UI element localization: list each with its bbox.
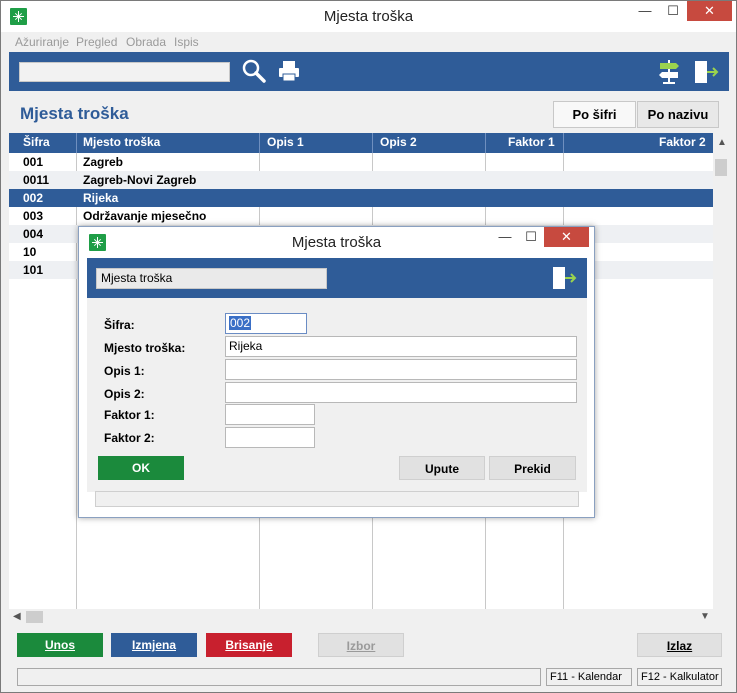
table-row[interactable]: 001 Zagreb <box>9 153 713 171</box>
search-input[interactable] <box>19 62 230 82</box>
column-header-opis2[interactable]: Opis 2 <box>380 135 417 149</box>
column-header-naziv[interactable]: Mjesto troška <box>83 135 160 149</box>
vertical-scroll-thumb[interactable] <box>715 159 727 176</box>
dialog-close-button[interactable]: ✕ <box>544 227 589 247</box>
faktor2-field[interactable] <box>225 427 315 448</box>
table-row[interactable]: 0011 Zagreb-Novi Zagreb <box>9 171 713 189</box>
column-header-faktor2[interactable]: Faktor 2 <box>659 135 706 149</box>
sort-by-code-button[interactable]: Po šifri <box>553 101 636 128</box>
unos-button[interactable]: Unos <box>17 633 103 657</box>
sifra-field[interactable]: 002 <box>225 313 307 334</box>
column-header-opis1[interactable]: Opis 1 <box>267 135 304 149</box>
status-bar: F11 - Kalendar F12 - Kalkulator <box>17 668 722 686</box>
minimize-button[interactable]: — <box>633 1 657 21</box>
cell-sifra: 001 <box>23 155 44 169</box>
dialog-minimize-button[interactable]: — <box>493 227 517 247</box>
window-title: Mjesta troška <box>323 8 414 25</box>
cell-sifra: 101 <box>23 263 44 277</box>
horizontal-scroll-thumb[interactable] <box>26 611 43 623</box>
header-divider <box>259 133 260 153</box>
status-message <box>17 668 541 686</box>
title-bar: Mjesta troška — ☐ ✕ <box>1 1 736 32</box>
sort-by-name-button[interactable]: Po nazivu <box>637 101 719 128</box>
mjesto-field[interactable]: Rijeka <box>225 336 577 357</box>
sifra-label: Šifra: <box>104 318 135 332</box>
sort-by-code-label: Po šifri <box>572 107 617 122</box>
upute-button[interactable]: Upute <box>399 456 485 480</box>
cell-naziv: Zagreb <box>83 155 124 169</box>
opis2-label: Opis 2: <box>104 387 145 401</box>
header-panel: Mjesta troška Po šifri Po nazivu <box>9 91 729 133</box>
izbor-button[interactable]: Izbor <box>318 633 404 657</box>
cell-sifra: 004 <box>23 227 44 241</box>
faktor1-label: Faktor 1: <box>104 408 155 422</box>
exit-icon[interactable] <box>693 60 721 84</box>
cell-sifra: 10 <box>23 245 37 259</box>
menu-pregled[interactable]: Pregled <box>76 35 117 49</box>
toolbar <box>9 52 729 91</box>
close-button[interactable]: ✕ <box>687 1 732 21</box>
header-divider <box>563 133 564 153</box>
menu-azuriranje[interactable]: Ažuriranje <box>15 35 69 49</box>
header-divider <box>76 133 77 153</box>
ok-button[interactable]: OK <box>98 456 184 480</box>
sort-by-name-label: Po nazivu <box>647 107 709 122</box>
menu-obrada[interactable]: Obrada <box>126 35 166 49</box>
izlaz-label: Izlaz <box>666 639 693 653</box>
faktor2-label: Faktor 2: <box>104 431 155 445</box>
mjesto-label: Mjesto troška: <box>104 341 186 355</box>
search-icon[interactable] <box>241 58 267 84</box>
header-divider <box>372 133 373 153</box>
opis1-label: Opis 1: <box>104 364 145 378</box>
izmjena-button[interactable]: Izmjena <box>111 633 197 657</box>
page-title: Mjesta troška <box>20 104 129 123</box>
grid-header: Šifra Mjesto troška Opis 1 Opis 2 Faktor… <box>9 133 713 153</box>
printer-icon[interactable] <box>277 60 301 82</box>
horizontal-scrollbar[interactable]: ◀ ▼ <box>9 609 729 625</box>
menu-ispis[interactable]: Ispis <box>174 35 199 49</box>
table-row-selected[interactable]: 002 Rijeka <box>9 189 713 207</box>
izmjena-label: Izmjena <box>131 638 176 652</box>
cell-sifra: 002 <box>23 191 44 205</box>
header-divider <box>485 133 486 153</box>
dialog-exit-icon[interactable] <box>551 266 579 290</box>
cell-naziv: Zagreb-Novi Zagreb <box>83 173 197 187</box>
dialog-status-bar <box>95 491 579 507</box>
unos-label: Unos <box>45 638 75 652</box>
dialog-banner: Mjesta troška <box>87 258 587 298</box>
faktor1-field[interactable] <box>225 404 315 425</box>
maximize-button[interactable]: ☐ <box>661 1 685 21</box>
column-header-faktor1[interactable]: Faktor 1 <box>508 135 555 149</box>
menu-bar: Ažuriranje Pregled Obrada Ispis <box>1 32 736 52</box>
opis1-field[interactable] <box>225 359 577 380</box>
scroll-left-arrow-icon[interactable]: ◀ <box>13 611 21 622</box>
izbor-label: Izbor <box>346 639 376 653</box>
prekid-button[interactable]: Prekid <box>489 456 576 480</box>
dialog-title-bar: Mjesta troška — ☐ ✕ <box>79 227 594 258</box>
edit-dialog: Mjesta troška — ☐ ✕ Mjesta troška Šifra:… <box>78 226 595 518</box>
opis2-field[interactable] <box>225 382 577 403</box>
table-row[interactable]: 003 Održavanje mjesečno <box>9 207 713 225</box>
status-f11-calendar[interactable]: F11 - Kalendar <box>546 668 632 686</box>
izlaz-button[interactable]: Izlaz <box>637 633 722 657</box>
cell-naziv: Održavanje mjesečno <box>83 209 207 223</box>
scroll-right-arrow-icon[interactable]: ▼ <box>700 611 710 622</box>
signpost-icon[interactable] <box>657 59 681 85</box>
dialog-body: Šifra: 002 Mjesto troška: Rijeka Opis 1:… <box>87 298 587 492</box>
cell-sifra: 0011 <box>23 173 50 187</box>
brisanje-label: Brisanje <box>225 638 273 652</box>
column-header-sifra[interactable]: Šifra <box>23 135 50 149</box>
cell-naziv: Rijeka <box>83 191 119 205</box>
status-f12-calculator[interactable]: F12 - Kalkulator <box>637 668 722 686</box>
dialog-maximize-button[interactable]: ☐ <box>519 227 543 247</box>
dialog-banner-label: Mjesta troška <box>96 268 327 289</box>
scroll-up-arrow-icon[interactable]: ▲ <box>717 137 727 148</box>
vertical-scrollbar[interactable]: ▲ <box>713 133 729 609</box>
sifra-value: 002 <box>229 316 252 330</box>
brisanje-button[interactable]: Brisanje <box>206 633 292 657</box>
cell-sifra: 003 <box>23 209 44 223</box>
